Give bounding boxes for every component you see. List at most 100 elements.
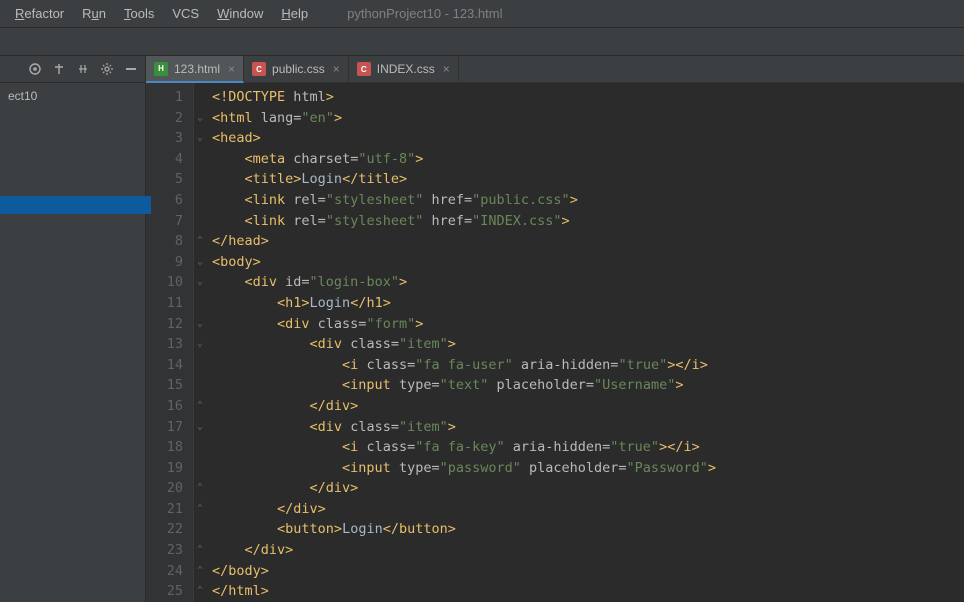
editor-tabs: H123.html×Cpublic.css×CINDEX.css× — [146, 56, 964, 83]
line-number: 17 — [146, 417, 183, 438]
fold-mark[interactable]: ⌃ — [194, 581, 206, 602]
tab-public-css[interactable]: Cpublic.css × — [244, 56, 349, 82]
css-file-icon: C — [252, 62, 266, 76]
code-line[interactable]: <body> — [212, 252, 964, 273]
code-line[interactable]: <meta charset="utf-8"> — [212, 149, 964, 170]
code-line[interactable]: <div class="item"> — [212, 417, 964, 438]
menu-vcs[interactable]: VCS — [163, 2, 208, 25]
menu-refactor[interactable]: Refactor — [6, 2, 73, 25]
code-line[interactable]: </div> — [212, 540, 964, 561]
line-number: 9 — [146, 252, 183, 273]
fold-mark[interactable] — [194, 437, 206, 458]
fold-mark[interactable] — [194, 375, 206, 396]
code-line[interactable]: <div class="item"> — [212, 334, 964, 355]
minimize-icon[interactable] — [123, 61, 139, 77]
code-editor[interactable]: 1234567891011121314151617181920212223242… — [146, 83, 964, 602]
fold-mark[interactable] — [194, 149, 206, 170]
fold-mark[interactable] — [194, 293, 206, 314]
line-number: 21 — [146, 499, 183, 520]
collapse-icon[interactable] — [75, 61, 91, 77]
fold-mark[interactable] — [194, 169, 206, 190]
code-line[interactable]: <head> — [212, 128, 964, 149]
main-toolbar — [0, 28, 964, 56]
code-line[interactable]: <i class="fa fa-key" aria-hidden="true">… — [212, 437, 964, 458]
project-sidebar: ect10 — [0, 56, 146, 602]
tree-item-selected[interactable] — [0, 196, 151, 214]
target-icon[interactable] — [27, 61, 43, 77]
menu-help[interactable]: Help — [272, 2, 317, 25]
gear-icon[interactable] — [99, 61, 115, 77]
line-number: 22 — [146, 519, 183, 540]
sidebar-toolbar — [0, 56, 145, 83]
line-number: 3 — [146, 128, 183, 149]
gutter: 1234567891011121314151617181920212223242… — [146, 83, 194, 602]
project-tree[interactable]: ect10 — [0, 83, 145, 109]
code-line[interactable]: </div> — [212, 396, 964, 417]
line-number: 14 — [146, 355, 183, 376]
code-line[interactable]: <input type="password" placeholder="Pass… — [212, 458, 964, 479]
code-line[interactable]: <!DOCTYPE html> — [212, 87, 964, 108]
fold-column[interactable]: ⌄⌄⌃⌄⌄⌄⌄⌃⌄⌃⌃⌃⌃⌃ — [194, 83, 206, 602]
close-icon[interactable]: × — [441, 62, 450, 76]
fold-mark[interactable] — [194, 211, 206, 232]
line-number: 11 — [146, 293, 183, 314]
code-content[interactable]: <!DOCTYPE html><html lang="en"><head> <m… — [206, 83, 964, 602]
line-number: 10 — [146, 272, 183, 293]
code-line[interactable]: </body> — [212, 561, 964, 582]
code-line[interactable]: <button>Login</button> — [212, 519, 964, 540]
fold-mark[interactable]: ⌃ — [194, 478, 206, 499]
fold-mark[interactable] — [194, 190, 206, 211]
line-number: 25 — [146, 581, 183, 602]
close-icon[interactable]: × — [226, 62, 235, 76]
code-line[interactable]: <h1>Login</h1> — [212, 293, 964, 314]
tab-label: public.css — [272, 62, 325, 76]
line-number: 19 — [146, 458, 183, 479]
tab-INDEX-css[interactable]: CINDEX.css× — [349, 56, 459, 82]
fold-mark[interactable]: ⌃ — [194, 396, 206, 417]
fold-mark[interactable] — [194, 519, 206, 540]
menubar: RefactorRunToolsVCSWindowHelp pythonProj… — [0, 0, 964, 28]
close-icon[interactable]: × — [331, 62, 340, 76]
fold-mark[interactable]: ⌃ — [194, 231, 206, 252]
menu-tools[interactable]: Tools — [115, 2, 163, 25]
line-number: 5 — [146, 169, 183, 190]
fold-mark[interactable] — [194, 355, 206, 376]
fold-mark[interactable]: ⌄ — [194, 108, 206, 129]
code-line[interactable]: <i class="fa fa-user" aria-hidden="true"… — [212, 355, 964, 376]
fold-mark[interactable]: ⌃ — [194, 540, 206, 561]
code-line[interactable]: </div> — [212, 499, 964, 520]
line-number: 6 — [146, 190, 183, 211]
code-line[interactable]: <div id="login-box"> — [212, 272, 964, 293]
fold-mark[interactable] — [194, 87, 206, 108]
line-number: 20 — [146, 478, 183, 499]
line-number: 8 — [146, 231, 183, 252]
fold-mark[interactable]: ⌄ — [194, 334, 206, 355]
code-line[interactable]: </head> — [212, 231, 964, 252]
expand-icon[interactable] — [51, 61, 67, 77]
code-line[interactable]: <title>Login</title> — [212, 169, 964, 190]
tab-123-html[interactable]: H123.html× — [146, 56, 244, 83]
fold-mark[interactable]: ⌄ — [194, 417, 206, 438]
menu-run[interactable]: Run — [73, 2, 115, 25]
fold-mark[interactable]: ⌃ — [194, 561, 206, 582]
code-line[interactable]: </div> — [212, 478, 964, 499]
fold-mark[interactable]: ⌄ — [194, 272, 206, 293]
menu-window[interactable]: Window — [208, 2, 272, 25]
code-line[interactable]: <div class="form"> — [212, 314, 964, 335]
tree-item[interactable]: ect10 — [6, 87, 139, 105]
css-file-icon: C — [357, 62, 371, 76]
fold-mark[interactable]: ⌄ — [194, 252, 206, 273]
line-number: 13 — [146, 334, 183, 355]
fold-mark[interactable]: ⌃ — [194, 499, 206, 520]
fold-mark[interactable]: ⌄ — [194, 314, 206, 335]
line-number: 23 — [146, 540, 183, 561]
fold-mark[interactable] — [194, 458, 206, 479]
code-line[interactable]: <input type="text" placeholder="Username… — [212, 375, 964, 396]
line-number: 12 — [146, 314, 183, 335]
code-line[interactable]: <link rel="stylesheet" href="INDEX.css"> — [212, 211, 964, 232]
code-line[interactable]: <link rel="stylesheet" href="public.css"… — [212, 190, 964, 211]
fold-mark[interactable]: ⌄ — [194, 128, 206, 149]
code-line[interactable]: <html lang="en"> — [212, 108, 964, 129]
tab-label: 123.html — [174, 62, 220, 76]
code-line[interactable]: </html> — [212, 581, 964, 602]
